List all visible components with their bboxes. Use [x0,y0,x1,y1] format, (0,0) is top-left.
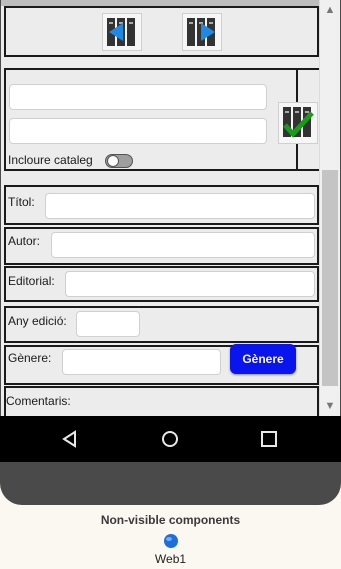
next-record-button[interactable] [182,13,222,51]
year-input[interactable] [76,311,140,337]
navigation-panel [4,6,319,57]
previous-record-button[interactable] [102,13,142,51]
publisher-input[interactable] [65,271,315,297]
search-input-1[interactable] [9,84,267,110]
scroll-up-icon[interactable]: ▲ [324,4,336,16]
books-forward-arrow-icon [187,18,215,46]
year-label: Any edició: [8,314,67,328]
books-back-arrow-icon [107,18,135,46]
genre-button[interactable]: Gènere [230,344,296,374]
title-label: Títol: [8,195,35,209]
books-check-icon [283,107,314,138]
scroll-down-icon[interactable]: ▼ [324,400,336,412]
globe-icon [164,534,178,548]
include-catalog-label: Incloure cataleg [8,153,93,167]
comments-label: Comentaris: [6,394,71,408]
android-nav-bar [0,416,341,462]
title-input[interactable] [45,193,315,219]
vertical-scrollbar[interactable]: ▲ ▼ [319,0,340,416]
toggle-knob [107,155,119,167]
recents-icon[interactable] [259,429,279,449]
author-label: Autor: [8,234,41,248]
app-screen: Incloure cataleg Títol: Autor: Editorial… [1,0,340,416]
search-input-2[interactable] [9,118,267,144]
scroll-thumb[interactable] [322,170,338,386]
include-catalog-toggle[interactable] [105,154,133,168]
search-confirm-button[interactable] [278,102,318,144]
genre-label: Gènere: [8,351,52,365]
non-visible-components-title: Non-visible components [100,513,241,527]
author-input[interactable] [51,232,315,258]
genre-input[interactable] [62,349,221,375]
home-icon[interactable] [160,429,180,449]
back-icon[interactable] [60,429,80,449]
web-component-label[interactable]: Web1 [0,552,341,566]
publisher-label: Editorial: [8,274,55,288]
phone-frame: Incloure cataleg Títol: Autor: Editorial… [0,0,341,505]
